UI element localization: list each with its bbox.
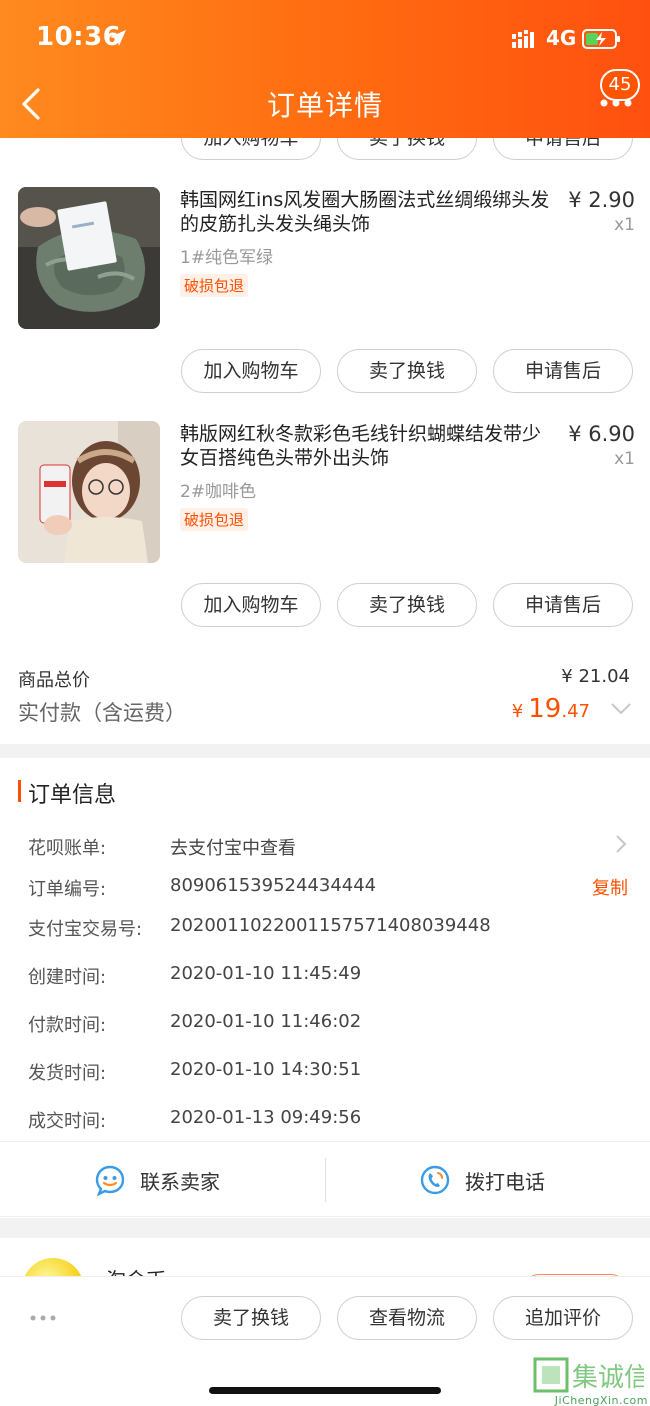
add-to-cart-button[interactable]: 加入购物车 [181, 349, 321, 393]
contact-row: 联系卖家 拨打电话 [0, 1141, 650, 1217]
goods-total-value: ¥ 21.04 [561, 666, 630, 687]
call-phone-button[interactable]: 拨打电话 [419, 1142, 545, 1218]
copy-order-number-button[interactable]: 复制 [592, 874, 628, 900]
sell-for-cash-button[interactable]: 卖了换钱 [337, 349, 477, 393]
after-sales-button[interactable]: 申请售后 [493, 583, 633, 627]
order-number-value: 809061539524434444 [170, 875, 377, 896]
location-arrow-icon [110, 30, 126, 46]
paid-amount-label: 实付款（含运费） [18, 701, 186, 725]
alipay-trade-no-label: 支付宝交易号: [28, 919, 143, 940]
app-header: 10:36 4G 订单详情 45 [0, 0, 650, 138]
paid-time-label: 付款时间: [28, 1015, 107, 1036]
product-quantity: x1 [614, 449, 635, 469]
product-spec: 2#咖啡色 [180, 482, 257, 502]
headband-photo-icon [18, 421, 160, 563]
watermark-text: 集诚信 [572, 1363, 644, 1393]
battery-charging-icon [582, 29, 620, 49]
created-time-value: 2020-01-10 11:45:49 [170, 963, 362, 984]
page-title: 订单详情 [266, 89, 383, 122]
watermark-url: JiChengXin.com [554, 1394, 648, 1406]
paid-amount-integer: 19 [528, 694, 562, 724]
damage-refund-tag: 破损包退 [180, 508, 249, 531]
phone-icon [420, 1165, 450, 1195]
huabei-bill-label: 花呗账单: [28, 838, 107, 859]
view-logistics-button[interactable]: 查看物流 [337, 1296, 477, 1340]
network-label: 4G [546, 26, 577, 50]
section-accent-bar [18, 780, 21, 802]
message-count-badge: 45 [600, 69, 640, 101]
order-number-label: 订单编号: [28, 879, 107, 900]
product-title[interactable]: 韩国网红ins风发圈大肠圈法式丝绸缎绑头发的皮筋扎头发头绳头饰 [180, 188, 555, 236]
chevron-down-icon[interactable] [610, 702, 632, 716]
contact-seller-label: 联系卖家 [140, 1169, 220, 1194]
chevron-right-icon[interactable] [614, 834, 628, 854]
order-info-title: 订单信息 [28, 783, 117, 808]
after-sales-button[interactable]: 申请售后 [493, 349, 633, 393]
chat-face-icon [95, 1165, 125, 1196]
product-quantity: x1 [614, 215, 635, 235]
damage-refund-tag: 破损包退 [180, 274, 249, 297]
goods-total-label: 商品总价 [18, 670, 90, 691]
contact-seller-button[interactable]: 联系卖家 [94, 1142, 220, 1218]
scrunchie-photo-icon [18, 187, 160, 329]
add-to-cart-button[interactable]: 加入购物车 [181, 583, 321, 627]
paid-time-value: 2020-01-10 11:46:02 [170, 1011, 362, 1032]
sell-for-cash-button[interactable]: 卖了换钱 [337, 583, 477, 627]
product-price: ¥ 2.90 [568, 188, 635, 212]
signal-icon [512, 30, 534, 48]
section-divider [0, 744, 650, 758]
more-dots-icon[interactable] [30, 1315, 56, 1321]
contact-divider [325, 1158, 326, 1202]
shipped-time-value: 2020-01-10 14:30:51 [170, 1059, 362, 1080]
product-image-scrunchie[interactable] [18, 187, 160, 329]
completed-time-value: 2020-01-13 09:49:56 [170, 1107, 362, 1128]
completed-time-label: 成交时间: [28, 1111, 107, 1132]
created-time-label: 创建时间: [28, 967, 107, 988]
call-phone-label: 拨打电话 [465, 1169, 545, 1194]
section-divider [0, 1218, 650, 1238]
product-image-headband[interactable] [18, 421, 160, 563]
add-review-button[interactable]: 追加评价 [493, 1296, 633, 1340]
sell-for-cash-button[interactable]: 卖了换钱 [181, 1296, 321, 1340]
alipay-trade-no-value: 2020011022001157571408039448 [170, 915, 491, 936]
home-indicator[interactable] [209, 1387, 441, 1394]
huabei-bill-link[interactable]: 去支付宝中查看 [170, 834, 296, 860]
product-price: ¥ 6.90 [568, 422, 635, 446]
shipped-time-label: 发货时间: [28, 1063, 107, 1084]
paid-amount-value[interactable]: ¥ 19.47 [490, 694, 590, 724]
product-title[interactable]: 韩版网红秋冬款彩色毛线针织蝴蝶结发带少女百搭纯色头带外出头饰 [180, 422, 555, 470]
product-spec: 1#纯色军绿 [180, 248, 274, 268]
currency-symbol: ¥ [511, 701, 524, 722]
order-detail-page: 加入购物车 卖了换钱 申请售后 10:36 4G 订单详情 45 韩国网红ins… [0, 0, 650, 1406]
paid-amount-decimal: .47 [561, 701, 590, 722]
